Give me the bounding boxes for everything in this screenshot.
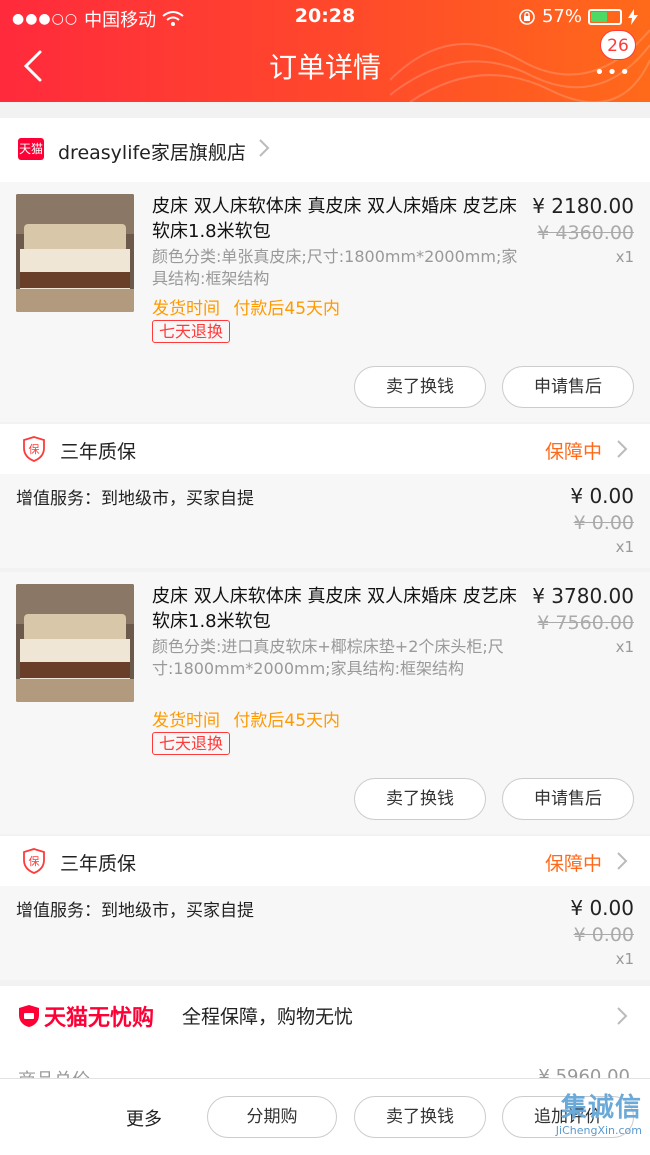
bottom-action-bar: 更多 分期购 卖了换钱 追加评价 集诚信 JiChengXin.com <box>0 1078 650 1155</box>
shipping-value: 付款后45天内 <box>233 711 341 731</box>
header: ●●●○○ 中国移动 20:28 57% 订单详情 26 ••• <box>0 0 650 102</box>
product-thumbnail[interactable] <box>16 194 134 312</box>
product-spec: 颜色分类:进口真皮软床+椰棕床垫+2个床头柜;尺寸:1800mm*2000mm;… <box>152 637 504 678</box>
watermark-sub: JiChengXin.com <box>555 1124 642 1137</box>
watermark-main: 集诚信 <box>560 1093 642 1123</box>
product-item[interactable]: 皮床 双人床软体床 真皮床 双人床婚床 皮艺床 软床1.8米软包 颜色分类:单张… <box>0 182 650 422</box>
product-quantity: x1 <box>615 248 634 266</box>
shop-name[interactable]: dreasylife家居旗舰店 <box>58 138 246 165</box>
product-price: ¥ 2180.00 <box>532 194 634 218</box>
shipping-time: 发货时间 付款后45天内 <box>152 706 340 731</box>
battery-percent: 57% <box>541 6 582 27</box>
product-original-price: ¥ 4360.00 <box>537 222 634 244</box>
product-title[interactable]: 皮床 双人床软体床 真皮床 双人床婚床 皮艺床 软床1.8米软包 <box>152 584 522 634</box>
product-spec: 颜色分类:单张真皮床;尺寸:1800mm*2000mm;家具结构:框架结构 <box>152 247 518 288</box>
service-label: 增值服务：到地级市，买家自提 <box>16 489 254 509</box>
value-added-service-row: 增值服务：到地级市，买家自提 ¥ 0.00 ¥ 0.00 x1 <box>0 474 650 568</box>
product-title[interactable]: 皮床 双人床软体床 真皮床 双人床婚床 皮艺床 软床1.8米软包 <box>152 194 522 244</box>
guarantee-shield-icon <box>19 1005 39 1027</box>
warranty-label: 三年质保 <box>60 441 137 463</box>
shipping-label: 发货时间 <box>152 711 220 731</box>
chevron-right-icon <box>617 852 628 870</box>
product-thumbnail[interactable] <box>16 584 134 702</box>
apply-aftersale-button[interactable]: 申请售后 <box>502 778 634 820</box>
service-label: 增值服务：到地级市，买家自提 <box>16 901 254 921</box>
sell-for-cash-button[interactable]: 卖了换钱 <box>354 366 486 408</box>
tmall-logo-icon: 天猫 <box>18 138 44 160</box>
sell-for-cash-button[interactable]: 卖了换钱 <box>354 778 486 820</box>
page-title: 订单详情 <box>268 51 381 84</box>
message-count-badge[interactable]: 26 <box>600 30 636 60</box>
service-original-price: ¥ 0.00 <box>573 512 634 534</box>
value-added-service-row: 增值服务：到地级市，买家自提 ¥ 0.00 ¥ 0.00 x1 <box>0 886 650 980</box>
rotation-lock-icon <box>519 8 535 25</box>
service-quantity: x1 <box>615 950 634 968</box>
chevron-right-icon <box>617 1007 628 1025</box>
battery-fill <box>591 11 607 22</box>
warranty-shield-icon: 保 <box>23 436 45 462</box>
service-quantity: x1 <box>615 538 634 556</box>
chevron-right-icon <box>617 440 628 458</box>
shop-row[interactable]: 天猫 dreasylife家居旗舰店 <box>0 118 650 182</box>
watermark: 集诚信 JiChengXin.com <box>556 1087 642 1137</box>
warranty-shield-text: 保 <box>29 854 40 868</box>
warranty-shield-icon: 保 <box>23 848 45 874</box>
sell-for-cash-button[interactable]: 卖了换钱 <box>354 1096 486 1138</box>
warranty-row[interactable]: 保 三年质保 保障中 <box>0 836 650 886</box>
product-original-price: ¥ 7560.00 <box>537 612 634 634</box>
seven-day-return-tag: 七天退换 <box>152 732 231 755</box>
guarantee-text: 全程保障，购物无忧 <box>182 1006 354 1028</box>
chevron-right-icon <box>259 139 270 157</box>
warranty-status[interactable]: 保障中 <box>545 849 602 876</box>
more-menu-button[interactable]: ••• <box>594 62 632 83</box>
more-actions-button[interactable]: 更多 <box>126 1105 162 1131</box>
shipping-value: 付款后45天内 <box>233 299 341 319</box>
service-price: ¥ 0.00 <box>570 896 634 920</box>
service-price: ¥ 0.00 <box>570 484 634 508</box>
product-price: ¥ 3780.00 <box>532 584 634 608</box>
apply-aftersale-button[interactable]: 申请售后 <box>502 366 634 408</box>
shipping-time: 发货时间 付款后45天内 <box>152 294 340 319</box>
tmall-guarantee-row[interactable]: 天猫无忧购 全程保障，购物无忧 <box>0 986 650 1046</box>
product-item[interactable]: 皮床 双人床软体床 真皮床 双人床婚床 皮艺床 软床1.8米软包 颜色分类:进口… <box>0 572 650 834</box>
charging-icon <box>628 8 638 25</box>
product-quantity: x1 <box>615 638 634 656</box>
shipping-label: 发货时间 <box>152 299 220 319</box>
warranty-status[interactable]: 保障中 <box>545 437 602 464</box>
battery-icon <box>588 8 622 25</box>
guarantee-brand: 天猫无忧购 <box>44 1006 155 1031</box>
service-original-price: ¥ 0.00 <box>573 924 634 946</box>
status-right: 57% <box>518 6 638 27</box>
tmall-guarantee-logo: 天猫无忧购 <box>18 1000 154 1032</box>
status-bar: ●●●○○ 中国移动 20:28 57% <box>0 0 650 34</box>
warranty-shield-text: 保 <box>29 442 40 456</box>
seven-day-return-tag: 七天退换 <box>152 320 231 343</box>
warranty-label: 三年质保 <box>60 853 137 875</box>
installment-button[interactable]: 分期购 <box>207 1096 337 1138</box>
warranty-row[interactable]: 保 三年质保 保障中 <box>0 424 650 474</box>
